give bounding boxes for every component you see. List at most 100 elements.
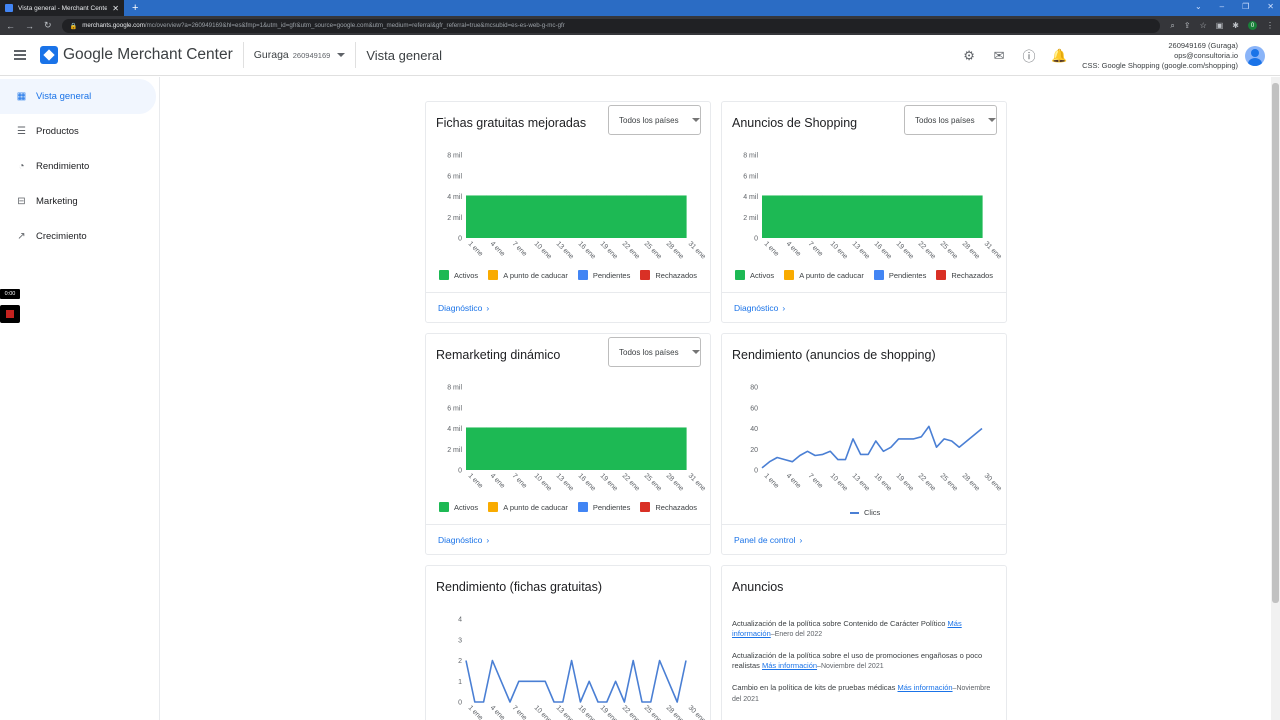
diagnostics-link[interactable]: Diagnóstico › bbox=[722, 292, 1006, 322]
x-tick-label: 19 ene bbox=[895, 472, 915, 492]
legend-item[interactable]: Activos bbox=[439, 270, 478, 280]
bar-activos bbox=[626, 195, 647, 238]
mail-icon[interactable]: ✉ bbox=[984, 48, 1014, 64]
sidebar-item-label: Crecimiento bbox=[36, 231, 87, 242]
dashboard-link[interactable]: Panel de control › bbox=[722, 524, 1006, 554]
sidebar-item-productos[interactable]: ☰ Productos bbox=[0, 114, 159, 149]
bar-activos bbox=[922, 195, 943, 238]
legend-item[interactable]: Pendientes bbox=[577, 502, 630, 512]
card-shopping-ads: Anuncios de Shopping Todos los países 0 2… bbox=[721, 101, 1007, 323]
legend-item[interactable]: Activos bbox=[439, 502, 478, 512]
settings-gear-icon[interactable]: ⚙ bbox=[954, 48, 984, 64]
country-dropdown[interactable]: Todos los países bbox=[904, 105, 997, 135]
chevron-down-icon[interactable]: ⌄ bbox=[1195, 2, 1202, 11]
legend-item[interactable]: Clics bbox=[850, 508, 880, 517]
new-tab-icon[interactable]: + bbox=[132, 2, 138, 14]
avatar[interactable] bbox=[1245, 45, 1265, 66]
account-name: Guraga bbox=[253, 49, 289, 61]
bar-activos bbox=[882, 195, 903, 238]
legend-item[interactable]: Rechazados bbox=[640, 502, 697, 512]
menu-dots-icon[interactable]: ⋮ bbox=[1266, 21, 1274, 30]
announcement-date: Enero del 2022 bbox=[774, 631, 823, 638]
extension-badge[interactable]: 0 bbox=[1248, 21, 1257, 30]
puzzle-icon[interactable]: ✱ bbox=[1232, 21, 1239, 30]
x-tick-label: 19 ene bbox=[599, 240, 619, 260]
account-info-line1: 260949169 (Guraga) bbox=[1168, 40, 1238, 50]
legend-item[interactable]: A punto de caducar bbox=[488, 502, 568, 512]
maximize-icon[interactable]: ❐ bbox=[1242, 2, 1249, 11]
y-tick-label: 6 mil bbox=[447, 405, 462, 412]
y-tick-label: 6 mil bbox=[447, 173, 462, 180]
more-info-link[interactable]: Más información bbox=[762, 661, 817, 670]
legend-item[interactable]: A punto de caducar bbox=[784, 270, 864, 280]
diagnostics-link[interactable]: Diagnóstico › bbox=[426, 524, 710, 554]
card-title: Remarketing dinámico bbox=[436, 348, 561, 362]
tab-close-icon[interactable]: ✕ bbox=[112, 4, 119, 13]
y-tick-label: 8 mil bbox=[743, 153, 758, 160]
forward-icon[interactable]: → bbox=[25, 21, 34, 31]
account-selector[interactable]: Guraga 260949169 bbox=[254, 49, 346, 61]
dashboard-icon: ▦ bbox=[16, 91, 27, 102]
x-tick-label: 7 ene bbox=[511, 704, 528, 720]
reload-icon[interactable]: ↻ bbox=[44, 20, 52, 31]
merchant-center-logo-icon bbox=[40, 46, 58, 64]
y-tick-label: 6 mil bbox=[743, 173, 758, 180]
share-icon[interactable]: ⇪ bbox=[1184, 21, 1191, 30]
bar-activos bbox=[822, 195, 843, 238]
sidebar-item-vista-general[interactable]: ▦ Vista general bbox=[0, 79, 156, 114]
sidebar-item-marketing[interactable]: ⊟ Marketing bbox=[0, 184, 159, 219]
star-icon[interactable]: ☆ bbox=[1200, 21, 1207, 30]
address-bar: ← → ↻ 🔒 merchants.google.com/mc/overview… bbox=[0, 16, 1280, 35]
chevron-right-icon: › bbox=[799, 534, 803, 545]
country-dropdown-label: Todos los países bbox=[915, 115, 975, 125]
sidebar-item-crecimiento[interactable]: ↗ Crecimiento bbox=[0, 219, 159, 254]
minimize-icon[interactable]: – bbox=[1220, 2, 1224, 11]
x-tick-label: 19 ene bbox=[599, 472, 619, 492]
legend-label: Activos bbox=[454, 270, 479, 280]
x-tick-label: 10 ene bbox=[533, 240, 553, 260]
extension-icon[interactable]: ▣ bbox=[1216, 21, 1224, 30]
x-tick-label: 16 ene bbox=[577, 472, 597, 492]
y-tick-label: 4 mil bbox=[447, 426, 462, 433]
browser-tab-bar: Vista general - Merchant Center ✕ + ⌄ – … bbox=[0, 0, 1280, 16]
y-tick-label: 80 bbox=[750, 385, 758, 392]
country-dropdown[interactable]: Todos los países bbox=[608, 105, 701, 135]
x-tick-label: 25 ene bbox=[939, 240, 959, 260]
browser-tab[interactable]: Vista general - Merchant Center ✕ bbox=[0, 0, 124, 16]
legend-item[interactable]: Activos bbox=[735, 270, 774, 280]
x-tick-label: 13 ene bbox=[851, 240, 871, 260]
page-scrollbar[interactable] bbox=[1271, 77, 1280, 720]
record-stop-button[interactable] bbox=[0, 305, 20, 323]
close-window-icon[interactable]: ✕ bbox=[1267, 2, 1274, 11]
legend-swatch bbox=[735, 270, 745, 280]
bar-activos bbox=[466, 195, 487, 238]
x-tick-label: 31 ene bbox=[983, 240, 1003, 260]
back-icon[interactable]: ← bbox=[6, 21, 15, 31]
legend-item[interactable]: Rechazados bbox=[936, 270, 993, 280]
legend-item[interactable]: Pendientes bbox=[873, 270, 926, 280]
legend-item[interactable]: Pendientes bbox=[577, 270, 630, 280]
scrollbar-thumb[interactable] bbox=[1272, 83, 1279, 603]
zoom-icon[interactable]: ⌕ bbox=[1170, 21, 1174, 31]
legend-swatch bbox=[850, 511, 859, 514]
legend-swatch bbox=[577, 270, 588, 280]
x-tick-label: 13 ene bbox=[851, 472, 871, 492]
menu-icon[interactable] bbox=[14, 50, 26, 60]
notifications-bell-icon[interactable]: 🔔 bbox=[1044, 48, 1074, 64]
legend-item[interactable]: Rechazados bbox=[640, 270, 697, 280]
sidebar-item-rendimiento[interactable]: ◔ Rendimiento bbox=[0, 149, 159, 184]
line-chart-shopping-clicks: 0 20 40 60 80 1 ene 4 ene 7 ene 10 ene 13 ene 16 e… bbox=[750, 385, 1003, 493]
legend-swatch bbox=[640, 502, 651, 512]
help-icon[interactable]: ⓘ bbox=[1014, 46, 1044, 65]
country-dropdown[interactable]: Todos los países bbox=[608, 337, 701, 367]
diagnostics-link[interactable]: Diagnóstico › bbox=[426, 292, 710, 322]
legend-item[interactable]: A punto de caducar bbox=[488, 270, 568, 280]
announcement-text: Actualización de la política sobre Conte… bbox=[732, 619, 948, 628]
card-title: Rendimiento (anuncios de shopping) bbox=[732, 348, 936, 362]
url-field[interactable]: 🔒 merchants.google.com/mc/overview?a=260… bbox=[61, 18, 1161, 33]
more-info-link[interactable]: Más información bbox=[898, 683, 953, 692]
bar-activos bbox=[546, 427, 567, 470]
chevron-right-icon: › bbox=[486, 534, 490, 545]
x-tick-label: 1 ene bbox=[467, 472, 484, 489]
bar-activos bbox=[666, 427, 687, 470]
